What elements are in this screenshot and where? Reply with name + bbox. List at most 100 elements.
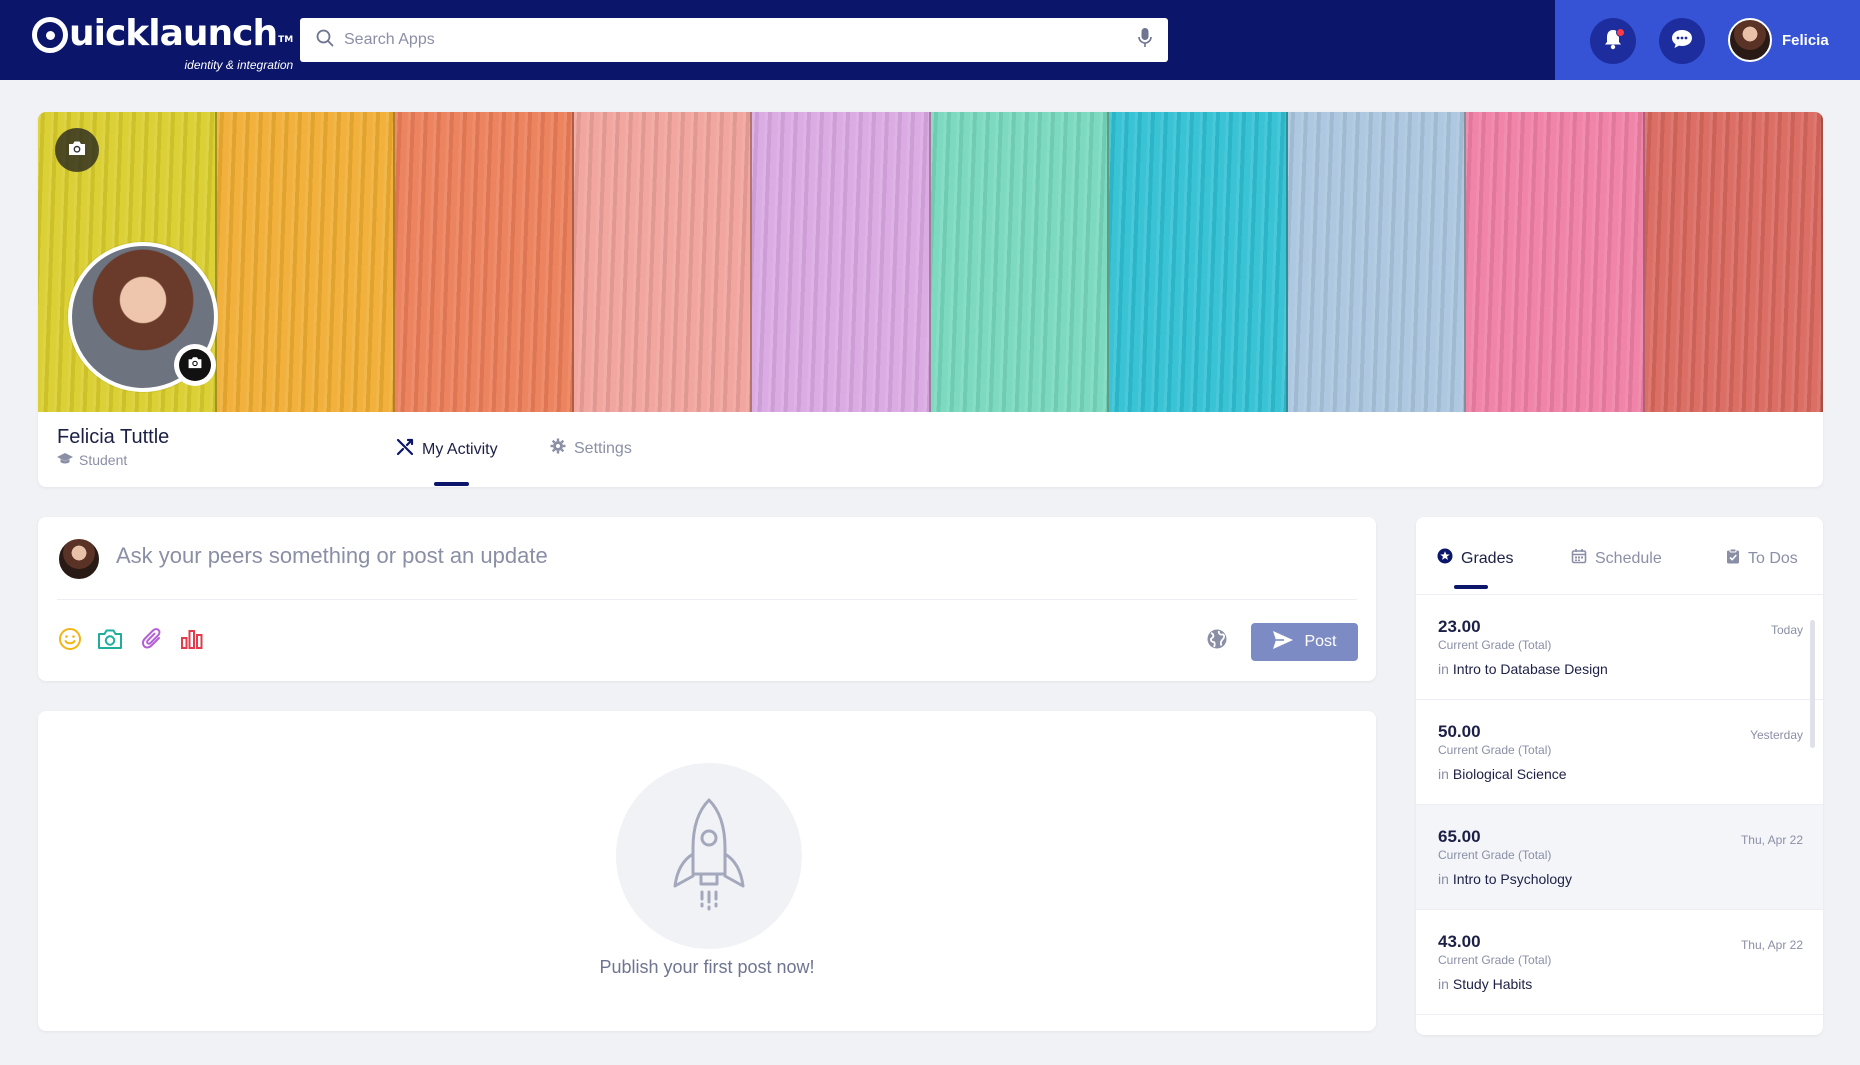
grade-date: Thu, Apr 22 xyxy=(1740,938,1803,952)
grades-scrollbar[interactable] xyxy=(1810,620,1815,748)
globe-icon xyxy=(1206,629,1228,654)
grade-value: 43.00 xyxy=(1438,932,1481,951)
cover-plank xyxy=(930,112,1109,412)
grade-label: Current Grade (Total) xyxy=(1438,848,1552,862)
quicklaunch-logo[interactable]: uicklaunch TM identity & integration xyxy=(32,12,293,72)
grade-course: in Biological Science xyxy=(1438,766,1567,782)
rocket-icon xyxy=(671,796,747,917)
cover-plank xyxy=(1287,112,1466,412)
change-avatar-button[interactable] xyxy=(174,344,216,386)
cover-plank xyxy=(752,112,931,412)
camera-icon xyxy=(187,356,203,374)
emoji-button[interactable] xyxy=(56,627,84,655)
poll-button[interactable] xyxy=(178,627,206,655)
attach-button[interactable] xyxy=(138,627,166,655)
gear-icon xyxy=(550,438,566,459)
role-label: Student xyxy=(79,452,128,468)
visibility-button[interactable] xyxy=(1206,628,1228,655)
star-icon xyxy=(1437,548,1453,569)
empty-state-illustration xyxy=(616,763,802,949)
tab-label: Grades xyxy=(1461,549,1514,567)
paperclip-icon xyxy=(141,627,163,656)
composer-avatar xyxy=(57,537,101,581)
logo-tagline: identity & integration xyxy=(184,58,294,72)
in-label: in xyxy=(1438,766,1449,782)
grade-item[interactable]: 65.00 Current Grade (Total) in Intro to P… xyxy=(1416,805,1823,910)
profile-card: Felicia Tuttle Student My Activity Setti… xyxy=(38,112,1823,487)
tab-my-activity[interactable]: My Activity xyxy=(396,438,498,461)
course-name: Intro to Psychology xyxy=(1452,871,1572,887)
cover-plank xyxy=(216,112,395,412)
in-label: in xyxy=(1438,661,1449,677)
tab-label: Settings xyxy=(574,439,632,457)
microphone-icon[interactable] xyxy=(1138,27,1152,54)
calendar-icon xyxy=(1571,548,1587,569)
grade-label: Current Grade (Total) xyxy=(1438,638,1552,652)
active-tab-indicator xyxy=(1454,585,1488,589)
search-icon xyxy=(316,29,334,52)
active-tab-indicator xyxy=(434,482,469,486)
grade-course: in Study Habits xyxy=(1438,976,1532,992)
search-bar xyxy=(300,18,1168,62)
grade-item[interactable]: 43.00 Current Grade (Total) in Study Habi… xyxy=(1416,910,1823,1015)
course-name: Intro to Database Design xyxy=(1452,661,1608,677)
activity-feed: Publish your first post now! xyxy=(38,711,1376,1031)
course-name: Biological Science xyxy=(1452,766,1567,782)
tab-schedule[interactable]: Schedule xyxy=(1571,548,1662,569)
grade-date: Yesterday xyxy=(1750,728,1803,742)
change-cover-button[interactable] xyxy=(55,128,99,172)
tab-label: To Dos xyxy=(1748,549,1798,567)
notifications-button[interactable] xyxy=(1590,18,1636,64)
bar-chart-icon xyxy=(180,628,204,655)
empty-feed-message: Publish your first post now! xyxy=(599,957,815,977)
activity-icon xyxy=(396,438,414,461)
grade-value: 50.00 xyxy=(1438,722,1481,741)
logo-q-mark xyxy=(32,17,68,53)
tab-grades[interactable]: Grades xyxy=(1437,548,1513,569)
grades-list: 23.00 Current Grade (Total) in Intro to D… xyxy=(1416,595,1823,1015)
grade-label: Current Grade (Total) xyxy=(1438,743,1552,757)
send-icon xyxy=(1272,630,1294,655)
emoji-icon xyxy=(58,627,82,656)
tab-label: My Activity xyxy=(422,440,498,458)
post-composer: Ask your peers something or post an upda… xyxy=(38,517,1376,681)
camera-icon xyxy=(67,140,87,161)
tab-todos[interactable]: To Dos xyxy=(1726,548,1798,569)
user-name: Felicia xyxy=(1782,31,1829,49)
grade-course: in Intro to Database Design xyxy=(1438,661,1608,677)
post-label: Post xyxy=(1304,633,1337,650)
grade-date: Thu, Apr 22 xyxy=(1740,833,1803,847)
grade-item[interactable]: 23.00 Current Grade (Total) in Intro to D… xyxy=(1416,595,1823,700)
grade-label: Current Grade (Total) xyxy=(1438,953,1552,967)
chat-icon xyxy=(1670,28,1694,55)
cover-plank xyxy=(573,112,752,412)
grade-item[interactable]: 50.00 Current Grade (Total) in Biological… xyxy=(1416,700,1823,805)
logo-trademark: TM xyxy=(278,35,294,45)
photo-button[interactable] xyxy=(96,627,124,655)
user-menu[interactable]: Felicia xyxy=(1728,18,1829,62)
notification-dot xyxy=(1616,28,1625,37)
grades-panel: Grades Schedule To Dos 23.00 Current Gra… xyxy=(1416,517,1823,1035)
composer-divider xyxy=(57,599,1357,600)
post-button[interactable]: Post xyxy=(1251,623,1358,661)
camera-icon xyxy=(97,628,123,655)
tab-label: Schedule xyxy=(1595,549,1662,567)
cover-plank xyxy=(1466,112,1645,412)
cover-plank xyxy=(1109,112,1288,412)
grade-value: 23.00 xyxy=(1438,617,1481,636)
logo-text: uicklaunch xyxy=(69,13,278,54)
grade-course: in Intro to Psychology xyxy=(1438,871,1572,887)
composer-input[interactable]: Ask your peers something or post an upda… xyxy=(116,543,548,569)
cover-plank xyxy=(1644,112,1823,412)
grade-value: 65.00 xyxy=(1438,827,1481,846)
course-name: Study Habits xyxy=(1452,976,1533,992)
in-label: in xyxy=(1438,976,1449,992)
search-input[interactable] xyxy=(344,31,1138,49)
profile-name: Felicia Tuttle xyxy=(57,426,170,448)
graduation-cap-icon xyxy=(57,452,73,468)
grade-date: Today xyxy=(1770,623,1803,637)
profile-role: Student xyxy=(57,452,127,468)
tab-settings[interactable]: Settings xyxy=(550,438,632,459)
cover-photo xyxy=(38,112,1823,412)
messages-button[interactable] xyxy=(1659,18,1705,64)
